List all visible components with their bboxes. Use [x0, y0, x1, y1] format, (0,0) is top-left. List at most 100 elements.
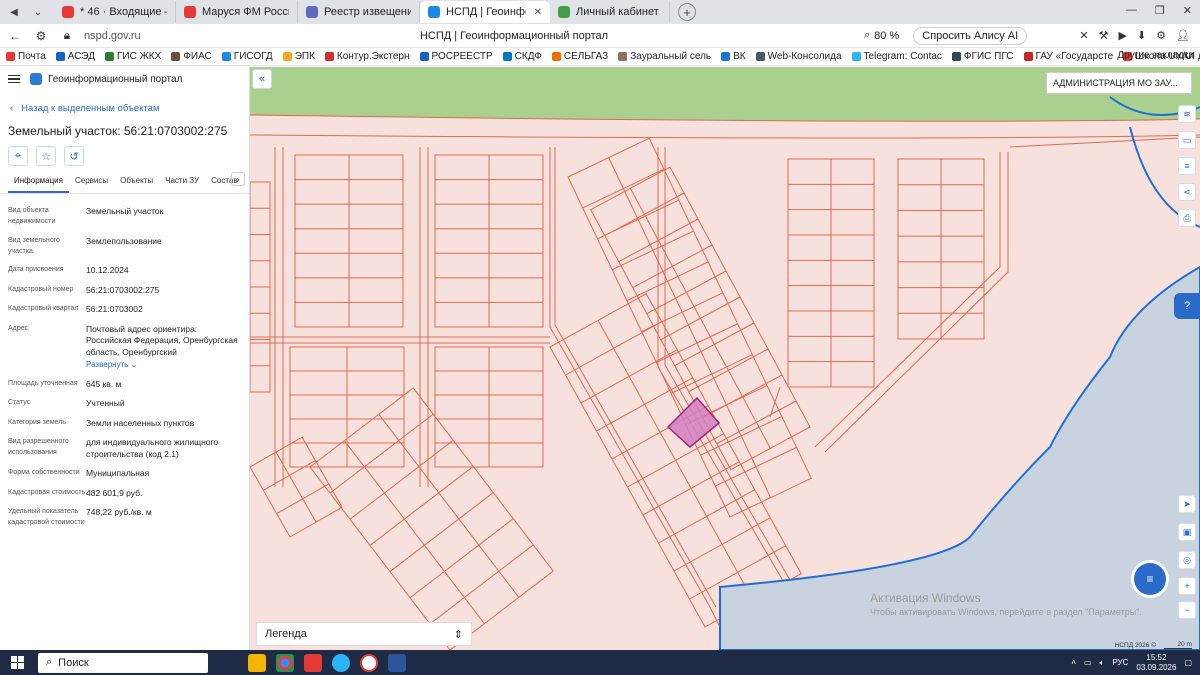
language-indicator[interactable]: РУС: [1112, 658, 1128, 667]
bookmark-item[interactable]: ГАУ «Государсте: [1023, 51, 1113, 62]
browser-tab[interactable]: НСПД | Геоинформаци ✕: [420, 1, 550, 23]
property-row: Категория земель Земли населенных пунктов: [8, 418, 249, 429]
clock[interactable]: 15:52 03.09.2026: [1136, 653, 1176, 671]
taskbar-search[interactable]: ⌕ Поиск: [38, 652, 208, 673]
bookmark-item[interactable]: Telegram: Contac: [851, 51, 942, 62]
navigate-icon[interactable]: ➤: [1178, 495, 1196, 513]
zoom-indicator[interactable]: ⌕ 80 %: [864, 29, 899, 42]
legend-dropdown[interactable]: Легенда ⇕: [256, 622, 472, 646]
bookmark-item[interactable]: ЭПК: [282, 51, 315, 62]
panel-tab[interactable]: Информация: [8, 176, 69, 193]
history-icon[interactable]: ↺: [64, 146, 84, 166]
windows-start-icon[interactable]: [6, 652, 28, 674]
road-edge: [250, 336, 550, 344]
tab-label: Маруся ФМ Россия: [202, 6, 289, 18]
basemap-icon[interactable]: ▣: [1178, 523, 1196, 541]
close-tab-icon[interactable]: ✕: [534, 7, 542, 18]
cadastral-map[interactable]: [250, 67, 1200, 650]
lock-icon[interactable]: 🔒︎: [56, 25, 78, 47]
road-edge: [250, 134, 1200, 139]
panel-tab[interactable]: Сервисы: [69, 176, 114, 193]
bookmark-item[interactable]: Контур.Экстерн: [324, 51, 410, 62]
locate-on-map-icon[interactable]: ⌖: [8, 146, 28, 166]
object-actions: ⌖ ☆ ↺: [0, 146, 249, 166]
new-tab-button[interactable]: +: [678, 3, 696, 21]
bookmark-item[interactable]: РОСРЕЕСТР: [419, 51, 493, 62]
minimize-icon[interactable]: —: [1126, 4, 1137, 17]
download-icon[interactable]: ⬇: [1137, 29, 1146, 42]
bookmark-item[interactable]: Web-Консолида: [755, 51, 842, 62]
admin-area-select[interactable]: АДМИНИСТРАЦИЯ МО ЗАУ...: [1046, 72, 1192, 94]
volume-icon[interactable]: 🔈︎: [1100, 658, 1105, 668]
bookmark-favicon-icon: [324, 52, 334, 61]
sidebar-toggle-icon[interactable]: ◀: [4, 2, 24, 22]
map-canvas[interactable]: « АДМИНИСТРАЦИЯ МО ЗАУ... ≋ ▭ ≡ ⋖ ⎙ ? ➤ …: [250, 67, 1200, 650]
tray-chevron-icon[interactable]: ˄: [1071, 658, 1076, 667]
bookmark-item[interactable]: ФИАС: [171, 51, 212, 62]
chevron-down-icon: ⌄: [130, 360, 138, 370]
geolocation-icon[interactable]: ◎: [1178, 551, 1196, 569]
settings-icon[interactable]: ⚙: [1156, 29, 1166, 42]
bookmark-item[interactable]: Зауральный сель: [618, 51, 711, 62]
tabs-scroll-right-icon[interactable]: ›: [231, 172, 245, 186]
browser-tab[interactable]: * 46 · Входящие — Яндекс: [54, 1, 176, 23]
chrome-icon[interactable]: [276, 653, 294, 672]
other-bookmarks[interactable]: Другие закладки: [1117, 50, 1194, 61]
back-to-selected-link[interactable]: ‹ Назад к выделенным объектам: [0, 103, 249, 114]
bookmark-item[interactable]: ГИС ЖКХ: [104, 51, 161, 62]
menu-icon[interactable]: [8, 74, 20, 84]
word-icon[interactable]: [388, 653, 406, 672]
bookmark-item[interactable]: СЕЛЬГАЗ: [551, 51, 608, 62]
property-value: Земли населенных пунктов: [86, 418, 244, 429]
tab-list-chevron-icon[interactable]: ⌄: [28, 2, 48, 22]
browser-tab[interactable]: Маруся ФМ Россия: [176, 1, 298, 23]
play-icon[interactable]: ▶: [1118, 29, 1126, 42]
alice-button[interactable]: Спросить Алису AI: [913, 26, 1028, 45]
help-assistant-icon[interactable]: ?: [1174, 293, 1200, 319]
property-value-text: для индивидуального жилищного строительс…: [86, 437, 219, 459]
back-link-label: Назад к выделенным объектам: [21, 103, 160, 114]
browser-tab[interactable]: Личный кабинет: [550, 1, 670, 23]
yandex-browser-icon[interactable]: [360, 653, 378, 672]
zoom-in-icon[interactable]: +: [1178, 577, 1196, 595]
parcel-line: [329, 413, 434, 494]
back-arrow-icon[interactable]: ←: [4, 25, 26, 47]
zoom-out-icon[interactable]: −: [1178, 601, 1196, 619]
file-explorer-icon[interactable]: [248, 653, 266, 672]
notifications-icon[interactable]: ▢: [1184, 658, 1192, 667]
layers-icon[interactable]: ≋: [1178, 105, 1196, 123]
tab-label: Личный кабинет: [576, 6, 659, 18]
address-bar: ← ⚙ 🔒︎ nspd.gov.ru НСПД | Геоинформацион…: [0, 24, 1200, 48]
bookmark-item[interactable]: ВК: [721, 51, 746, 62]
yandex-icon[interactable]: [304, 653, 322, 672]
panel-tab[interactable]: Части ЗУ: [159, 176, 205, 193]
bookmark-favicon-icon: [551, 52, 561, 61]
network-icon[interactable]: ▭: [1084, 658, 1092, 667]
site-settings-icon[interactable]: ⚙: [30, 25, 52, 47]
bookmark-item[interactable]: Почта: [6, 51, 46, 62]
browser-tab[interactable]: Реестр извещений: [298, 1, 420, 23]
property-label: Категория земель: [8, 418, 66, 426]
maximize-icon[interactable]: ❐: [1155, 4, 1165, 17]
bookmark-item[interactable]: ФГИС ПГС: [951, 51, 1014, 62]
bookmark-item[interactable]: СКДФ: [502, 51, 542, 62]
url-field[interactable]: nspd.gov.ru: [84, 30, 344, 42]
draw-icon[interactable]: ≡: [1178, 157, 1196, 175]
extension-icon[interactable]: ⚒: [1099, 29, 1109, 42]
close-window-icon[interactable]: ✕: [1183, 4, 1192, 17]
expand-address-link[interactable]: Развернуть ⌄: [86, 360, 137, 371]
bookmark-label: АСЭД: [67, 51, 95, 62]
favorite-star-icon[interactable]: ☆: [36, 146, 56, 166]
bookmark-favicon-icon: [104, 52, 114, 61]
bookmark-item[interactable]: ГИСОГД: [221, 51, 273, 62]
collapse-panel-button[interactable]: «: [252, 69, 272, 89]
extension-icon[interactable]: ✕: [1079, 29, 1088, 42]
ruler-icon[interactable]: ▭: [1178, 131, 1196, 149]
panel-tab[interactable]: Объекты: [114, 176, 159, 193]
print-icon[interactable]: ⎙: [1178, 209, 1196, 227]
share-icon[interactable]: ⋖: [1178, 183, 1196, 201]
property-label: Вид объекта недвижимости: [8, 207, 56, 225]
telegram-icon[interactable]: [332, 653, 350, 672]
bookmark-item[interactable]: АСЭД: [55, 51, 95, 62]
user-icon[interactable]: 👤︎: [1176, 29, 1190, 42]
